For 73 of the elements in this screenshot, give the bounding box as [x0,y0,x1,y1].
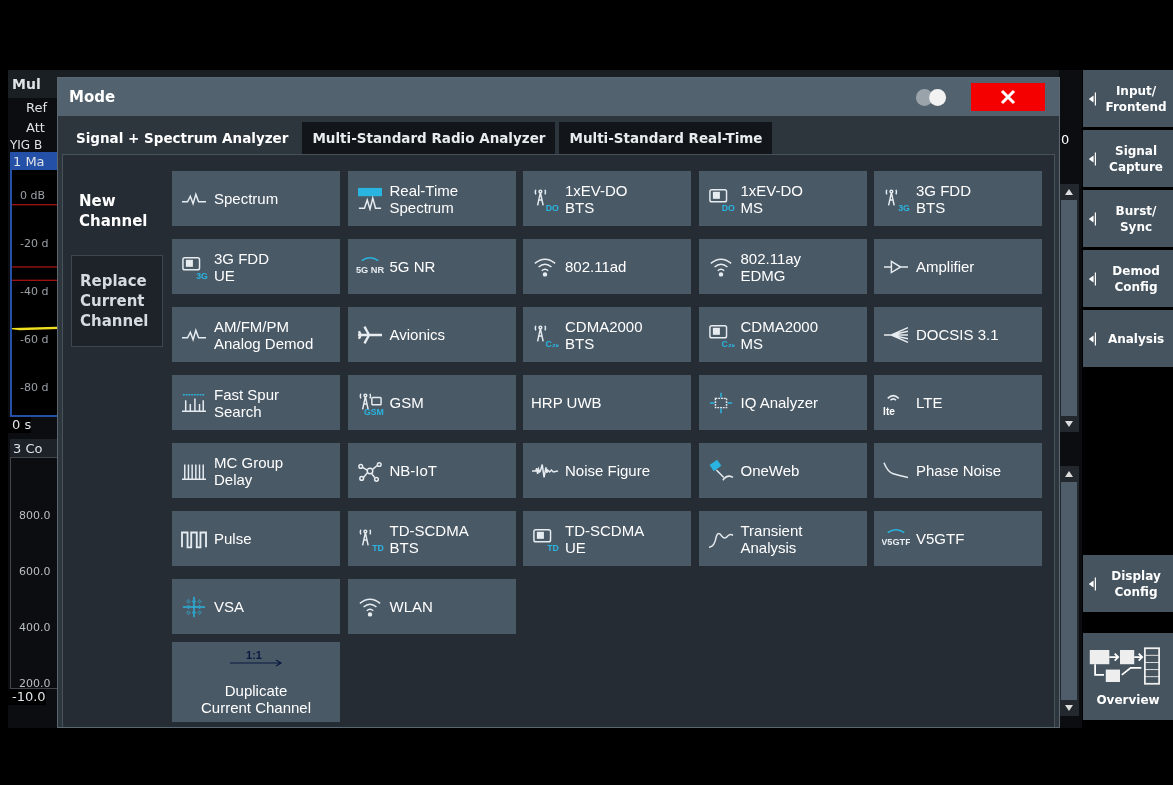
scroll-up-icon[interactable] [1065,189,1074,195]
mode-tile[interactable]: HRP UWB [523,375,691,430]
mode-tile[interactable]: V5GTF V5GTF [874,511,1042,566]
mode-tile[interactable]: C₂ₖ CDMA2000 BTS [523,307,691,362]
softkey-button[interactable]: Input/ Frontend [1083,70,1173,127]
mode-tile[interactable]: Noise Figure [523,443,691,498]
mode-tile[interactable]: VSA [172,579,340,634]
trace-title: 1 Ma [13,153,45,169]
att-label: Att [25,119,45,137]
expand-left-icon [1089,575,1098,592]
mode-tile[interactable]: Phase Noise [874,443,1042,498]
dialog-title: Mode [69,88,117,106]
close-button[interactable] [971,83,1045,111]
mode-tile[interactable]: TD TD-SCDMA UE [523,511,691,566]
softkey-button[interactable]: Demod Config [1083,250,1173,307]
mode-tile[interactable]: C₂ₖ CDMA2000 MS [698,307,867,362]
mode-tile[interactable]: Avionics [347,307,516,362]
axis-tick-label: 800.0 [19,508,51,524]
expand-left-icon [1089,270,1098,287]
expand-left-icon [1089,330,1098,347]
softkey-button[interactable]: Burst/ Sync [1083,190,1173,247]
app-title: Mul [12,76,41,92]
softkey-button[interactable]: Signal Capture [1083,130,1173,187]
axis-tick-label: 600.0 [19,564,51,580]
mode-tab[interactable]: Multi-Standard Radio Analyzer [302,122,556,154]
mode-tile[interactable]: Pulse [172,511,340,566]
mode-tile[interactable]: IQ Analyzer [698,375,867,430]
toggle-icon[interactable] [915,87,947,107]
mode-tile[interactable]: Fast Spur Search [172,375,340,430]
mode-tile[interactable]: DOCSIS 3.1 [874,307,1042,362]
scroll-down-icon[interactable] [1065,421,1074,427]
yig-label: YIG B [9,138,43,152]
axis-start-label: 0 s [8,417,32,433]
axis-tick-label: 200.0 [19,676,51,692]
mode-tile[interactable]: AM/FM/PM Analog Demod [172,307,340,362]
mode-tile[interactable]: DO 1xEV-DO BTS [523,171,691,226]
mode-tile[interactable]: 802.11ay EDMG [698,239,867,294]
mode-tile[interactable]: 802.11ad [523,239,691,294]
mode-tile[interactable]: WLAN [347,579,516,634]
mode-tile[interactable]: 3G 3G FDD BTS [874,171,1042,226]
mode-tile[interactable]: NB-IoT [347,443,516,498]
mode-tile[interactable]: GSM GSM [347,375,516,430]
trace-title: 3 Co [13,440,43,456]
ref-label: Ref [25,99,48,117]
mode-tile[interactable]: OneWeb [698,443,867,498]
mode-tile[interactable]: MC Group Delay [172,443,340,498]
scrollbar[interactable] [1059,466,1080,716]
mode-tab[interactable]: Multi-Standard Real-Time [559,122,773,154]
expand-left-icon [1089,90,1098,107]
mode-tile[interactable]: Real-Time Spectrum [347,171,516,226]
axis-tick-label: 400.0 [19,620,51,636]
softkey-button[interactable]: Analysis [1083,310,1173,367]
scroll-down-icon[interactable] [1065,705,1074,711]
channel-action-button[interactable]: Replace Current Channel [71,255,163,347]
mode-tile[interactable]: 3G 3G FDD UE [172,239,340,294]
overview-button[interactable]: Overview [1083,633,1173,720]
axis-start-label: -10.0 [8,689,46,705]
mode-tile[interactable]: Spectrum [172,171,340,226]
duplicate-channel-button[interactable]: 1:1 Duplicate Current Channel [172,642,340,722]
close-icon [1000,89,1016,105]
expand-left-icon [1089,150,1098,167]
softkey-button[interactable]: Display Config [1083,555,1173,612]
mode-tile[interactable]: Transient Analysis [698,511,867,566]
count-value: 0 [1060,132,1071,149]
mode-tile[interactable]: DO 1xEV-DO MS [698,171,867,226]
mode-tile[interactable]: Amplifier [874,239,1042,294]
mode-tile[interactable]: lte LTE [874,375,1042,430]
mode-tile[interactable]: TD TD-SCDMA BTS [347,511,516,566]
expand-left-icon [1089,210,1098,227]
scroll-up-icon[interactable] [1065,471,1074,477]
scrollbar[interactable] [1059,184,1080,432]
mode-tile[interactable]: 5G NR 5G NR [347,239,516,294]
grid-icon [180,594,208,619]
